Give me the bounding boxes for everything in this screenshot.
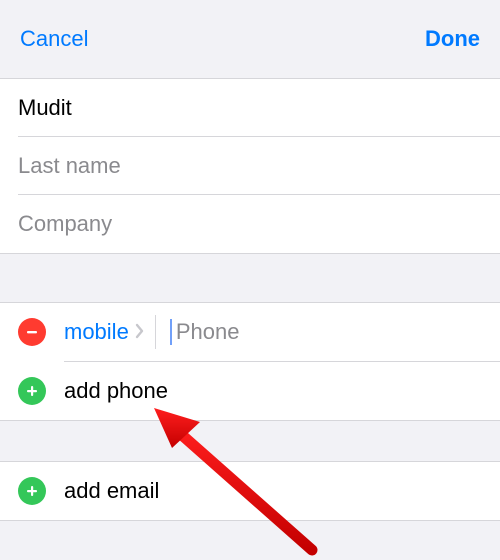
company-input[interactable] <box>18 211 482 237</box>
name-section <box>0 78 500 254</box>
section-gap <box>0 254 500 302</box>
phone-section: mobile add phone <box>0 302 500 421</box>
remove-icon[interactable] <box>18 318 46 346</box>
nav-bar: Cancel Done <box>0 0 500 78</box>
last-name-row[interactable] <box>0 137 500 195</box>
add-email-row[interactable]: add email <box>0 462 500 520</box>
chevron-right-icon <box>135 319 145 345</box>
phone-type-button[interactable]: mobile <box>64 319 129 345</box>
first-name-input[interactable] <box>18 95 482 121</box>
last-name-input[interactable] <box>18 153 482 179</box>
company-row[interactable] <box>0 195 500 253</box>
text-cursor <box>170 319 172 345</box>
email-section: add email <box>0 461 500 521</box>
add-phone-label: add phone <box>64 378 168 404</box>
phone-input[interactable] <box>176 319 482 345</box>
add-phone-row[interactable]: add phone <box>0 362 500 420</box>
phone-entry-row[interactable]: mobile <box>0 303 500 361</box>
vertical-divider <box>155 315 156 349</box>
done-button[interactable]: Done <box>425 26 480 52</box>
add-email-label: add email <box>64 478 159 504</box>
cancel-button[interactable]: Cancel <box>20 26 88 52</box>
first-name-row[interactable] <box>0 79 500 137</box>
add-icon[interactable] <box>18 477 46 505</box>
section-gap <box>0 421 500 461</box>
add-icon[interactable] <box>18 377 46 405</box>
